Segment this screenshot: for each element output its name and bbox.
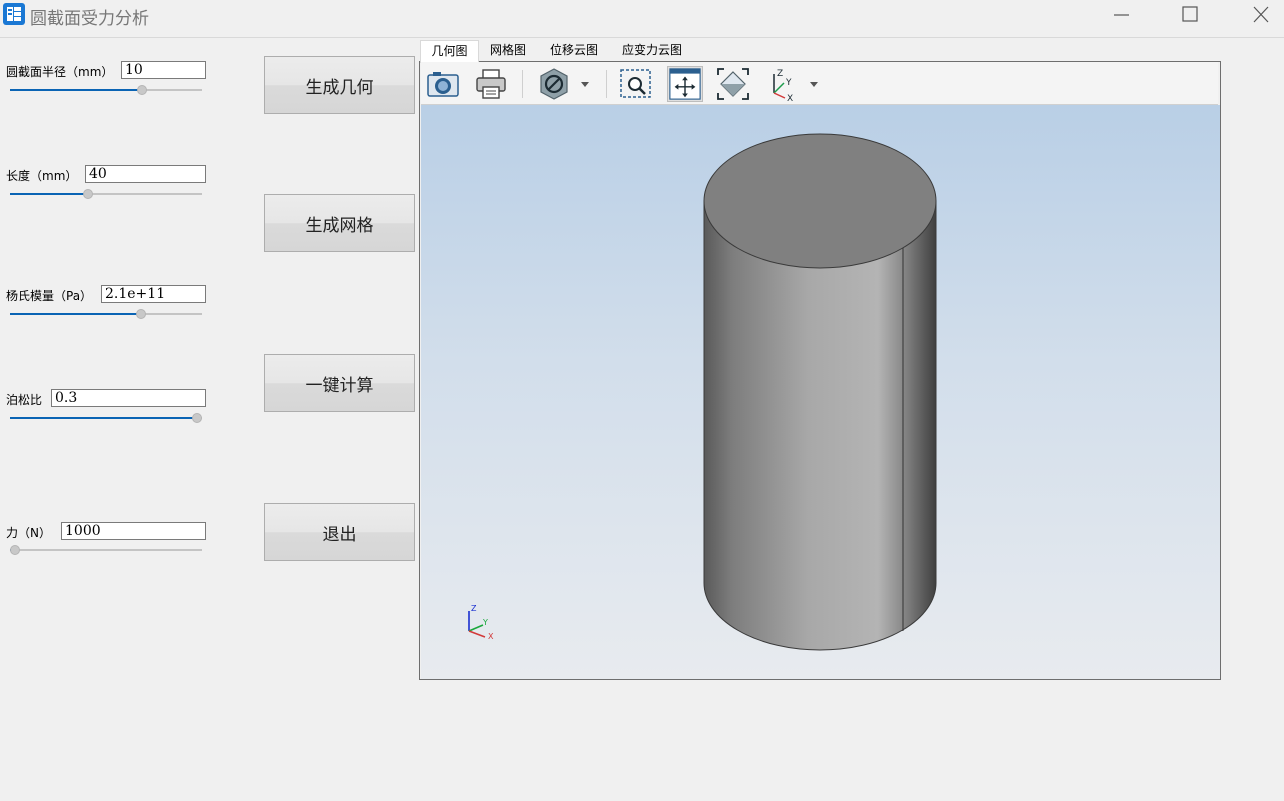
tab-displacement[interactable]: 位移云图 — [542, 40, 606, 61]
zoom-box-icon — [620, 69, 651, 98]
app-icon — [3, 3, 25, 25]
length-slider[interactable] — [10, 189, 202, 199]
triad-x-label: X — [488, 632, 494, 641]
viewer-toolbar: Z Y X — [421, 62, 1218, 105]
pan-icon — [669, 68, 701, 100]
radius-label: 圆截面半径（mm） — [6, 65, 114, 79]
pan-button[interactable] — [667, 66, 703, 102]
camera-icon — [427, 72, 459, 97]
slider-thumb[interactable] — [82, 189, 93, 199]
slider-thumb[interactable] — [135, 309, 146, 319]
length-label: 长度（mm） — [6, 169, 78, 183]
compute-button[interactable]: 一键计算 — [264, 354, 415, 412]
minimize-icon — [1114, 14, 1129, 16]
maximize-icon — [1182, 6, 1198, 22]
tab-mesh[interactable]: 网格图 — [482, 40, 534, 61]
radius-input[interactable] — [121, 61, 206, 79]
screenshot-button[interactable] — [425, 66, 461, 102]
print-button[interactable] — [473, 66, 509, 102]
svg-text:X: X — [787, 94, 793, 102]
tab-geometry[interactable]: 几何图 — [420, 40, 479, 63]
printer-icon — [476, 69, 506, 99]
svg-text:Z: Z — [777, 69, 783, 79]
triad-z-label: Z — [471, 604, 477, 613]
exit-button[interactable]: 退出 — [264, 503, 415, 561]
generate-mesh-button[interactable]: 生成网格 — [264, 194, 415, 252]
close-button[interactable] — [1246, 3, 1276, 27]
section-button[interactable] — [536, 66, 572, 102]
3d-viewport[interactable]: Z Y X — [421, 105, 1220, 679]
axis-view-icon: Z Y X — [773, 69, 793, 104]
youngs-modulus-slider[interactable] — [10, 309, 202, 319]
force-slider[interactable] — [10, 545, 202, 555]
title-bar: 圆截面受力分析 — [0, 0, 1284, 38]
radius-slider[interactable] — [10, 85, 202, 95]
generate-geometry-button[interactable]: 生成几何 — [264, 56, 415, 114]
poisson-ratio-input[interactable] — [51, 389, 206, 407]
slider-thumb[interactable] — [10, 545, 20, 555]
minimize-button[interactable] — [1107, 3, 1137, 27]
axis-view-dropdown-icon[interactable] — [808, 78, 820, 90]
slider-thumb[interactable] — [192, 413, 202, 423]
youngs-modulus-label: 杨氏模量（Pa） — [6, 289, 93, 303]
force-label: 力（N） — [6, 526, 51, 540]
youngs-modulus-input[interactable] — [101, 285, 206, 303]
cylinder-model — [703, 133, 937, 651]
length-input[interactable] — [85, 165, 206, 183]
section-dropdown-icon[interactable] — [579, 78, 591, 90]
section-icon — [540, 68, 568, 100]
poisson-ratio-slider[interactable] — [10, 413, 202, 423]
close-icon — [1253, 6, 1269, 23]
poisson-ratio-label: 泊松比 — [6, 393, 43, 407]
slider-thumb[interactable] — [137, 85, 148, 95]
triad-y-label: Y — [482, 618, 488, 627]
force-input[interactable] — [61, 522, 206, 540]
maximize-button[interactable] — [1175, 3, 1205, 27]
svg-text:Y: Y — [785, 78, 792, 88]
axis-view-button[interactable]: Z Y X — [765, 66, 801, 104]
zoom-box-button[interactable] — [618, 66, 654, 102]
tab-strain[interactable]: 应变力云图 — [614, 40, 690, 61]
window-title: 圆截面受力分析 — [30, 9, 149, 29]
fit-view-button[interactable] — [715, 66, 751, 102]
axis-triad-icon: Z Y X — [468, 604, 494, 641]
fit-view-icon — [717, 68, 749, 100]
